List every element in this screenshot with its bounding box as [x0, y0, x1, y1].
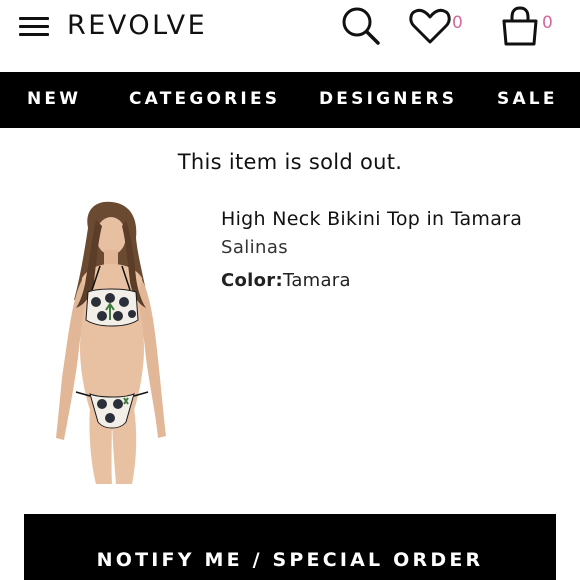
menu-icon[interactable] — [19, 17, 49, 37]
site-header: REVOLVE 0 0 — [0, 0, 580, 72]
nav-item-sale[interactable]: SALE — [497, 89, 558, 109]
notify-me-button[interactable]: NOTIFY ME / SPECIAL ORDER — [24, 514, 556, 580]
product-title: High Neck Bikini Top in Tamara — [221, 208, 523, 230]
main-navigation: NEW CATEGORIES DESIGNERS SALE — [0, 72, 580, 128]
heart-icon[interactable] — [408, 6, 452, 46]
bag-count-badge: 0 — [542, 13, 553, 33]
search-icon[interactable] — [338, 4, 382, 48]
sold-out-message: This item is sold out. — [177, 150, 403, 174]
color-value: Tamara — [283, 270, 351, 291]
product-color: Color:Tamara — [221, 270, 351, 291]
nav-item-categories[interactable]: CATEGORIES — [129, 89, 280, 109]
site-logo[interactable]: REVOLVE — [67, 10, 207, 41]
color-label: Color: — [221, 270, 283, 291]
product-brand[interactable]: Salinas — [221, 237, 288, 258]
nav-item-designers[interactable]: DESIGNERS — [319, 89, 457, 109]
notify-me-label: NOTIFY ME / SPECIAL ORDER — [96, 549, 484, 571]
bag-icon[interactable] — [498, 5, 542, 47]
product-image[interactable] — [40, 198, 180, 484]
wishlist-count-badge: 0 — [452, 13, 463, 33]
nav-item-new[interactable]: NEW — [27, 89, 81, 109]
